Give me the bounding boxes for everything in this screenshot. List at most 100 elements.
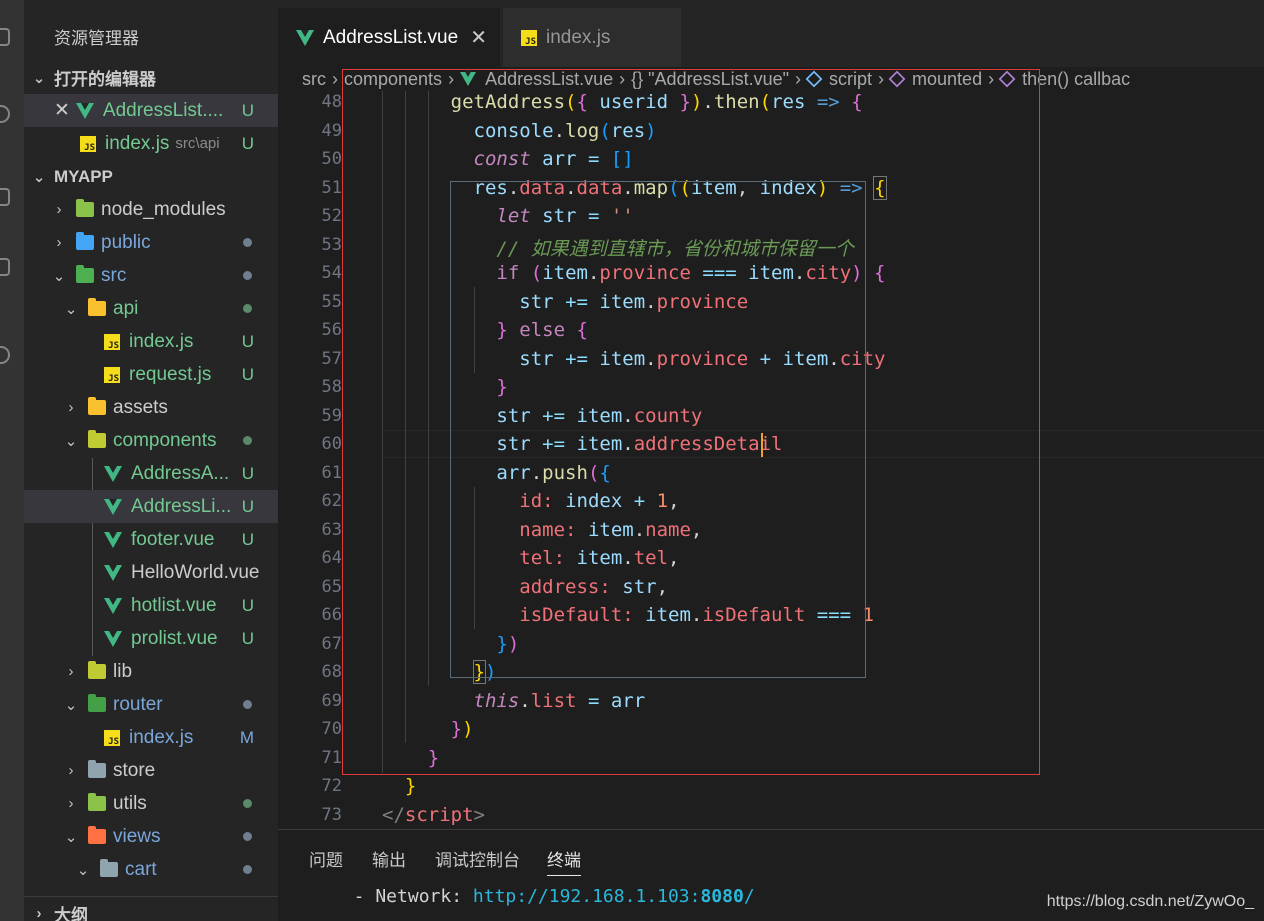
chevron-right-icon: ›	[448, 68, 455, 89]
outline-header[interactable]: › 大纲	[24, 896, 278, 921]
line-number: 55	[321, 291, 342, 312]
file-path: src\api	[175, 135, 220, 152]
open-editors-header[interactable]: ⌄ 打开的编辑器	[24, 61, 278, 94]
breadcrumb-item[interactable]: script	[829, 69, 872, 90]
status-badge: U	[241, 496, 254, 516]
chevron-right-icon: ›	[332, 68, 338, 89]
code-editor[interactable]: 48 49 50 51 52 53 54 55 56 57 58 59 60 61 62 63 64 65 66 67…	[278, 91, 1264, 829]
code-line: const arr = []	[473, 148, 634, 170]
tab-output[interactable]: 输出	[372, 846, 406, 871]
tree-item-file[interactable]: prolist.vue U	[24, 622, 278, 655]
tree-label: AddressLi...	[131, 495, 232, 517]
line-number: 50	[321, 149, 342, 169]
open-editor-item[interactable]: ✕ AddressList.... U	[24, 94, 278, 127]
line-number: 64	[321, 548, 342, 568]
line-number: 52	[321, 206, 342, 226]
open-editor-item[interactable]: JS index.js src\api U	[24, 127, 278, 160]
breadcrumb-item[interactable]: then() callbac	[1022, 69, 1130, 90]
tree-item-folder[interactable]: ⌄ components	[24, 424, 278, 457]
project-label: MYAPP	[54, 166, 113, 186]
code-line: str += item.province	[519, 290, 749, 313]
tree-item-folder[interactable]: › lib	[24, 655, 278, 688]
tab-addresslist[interactable]: AddressList.vue ✕	[278, 8, 500, 67]
outline-label: 大纲	[54, 905, 88, 921]
tree-item-folder[interactable]: ⌄ router	[24, 688, 278, 721]
tab-problems[interactable]: 问题	[309, 846, 343, 871]
tree-label: public	[101, 231, 151, 253]
terminal-suffix: /	[743, 886, 755, 907]
chevron-right-icon: ›	[988, 68, 995, 89]
tree-label: store	[113, 759, 156, 781]
chevron-right-icon: ›	[56, 201, 62, 218]
search-icon[interactable]	[0, 105, 10, 123]
tab-terminal[interactable]: 终端	[547, 846, 581, 876]
tree-item-file[interactable]: JS index.js U	[24, 325, 278, 358]
tree-label: lib	[113, 660, 133, 682]
tree-item-file-selected[interactable]: AddressLi... U	[24, 490, 278, 523]
tree-item-folder[interactable]: › public	[24, 226, 278, 259]
line-number: 71	[321, 747, 342, 768]
router-folder-icon	[88, 694, 106, 712]
tab-debug-console[interactable]: 调试控制台	[435, 846, 520, 871]
breadcrumb-item[interactable]: {} "AddressList.vue"	[631, 69, 789, 90]
vue-file-icon	[104, 630, 122, 647]
tree-label: router	[113, 693, 163, 715]
chevron-right-icon: ›	[68, 762, 74, 779]
text-cursor	[761, 433, 763, 457]
chevron-down-icon: ⌄	[64, 696, 78, 714]
status-badge: U	[241, 628, 254, 648]
status-badge: U	[241, 331, 254, 351]
breadcrumb-item[interactable]: src	[302, 69, 326, 90]
source-control-icon[interactable]	[0, 188, 10, 206]
tree-item-folder[interactable]: ⌄ api	[24, 292, 278, 325]
explorer-icon[interactable]	[0, 28, 10, 46]
chevron-down-icon: ⌄	[64, 300, 78, 318]
code-comment: // 如果遇到直辖市，省份和城市保留一个	[496, 237, 854, 260]
tree-item-folder[interactable]: › utils	[24, 787, 278, 820]
tree-item-file[interactable]: JS index.js M	[24, 721, 278, 754]
tree-item-folder[interactable]: › node_modules	[24, 193, 278, 226]
line-number: 51	[321, 177, 342, 198]
breadcrumb-item[interactable]: mounted	[912, 69, 982, 90]
line-number: 69	[321, 690, 342, 711]
tree-item-folder[interactable]: ⌄ cart	[24, 853, 278, 886]
code-line: isDefault: item.isDefault === 1	[519, 604, 874, 626]
remote-icon[interactable]	[0, 346, 10, 364]
line-number: 66	[321, 605, 342, 625]
tree-item-folder[interactable]: › store	[24, 754, 278, 787]
extensions-icon[interactable]	[0, 258, 10, 276]
chevron-right-icon: ›	[619, 68, 626, 89]
code-line: if (item.province === item.city) {	[496, 262, 886, 284]
vue-file-icon	[104, 597, 122, 614]
line-number: 59	[321, 405, 342, 426]
js-file-icon: JS	[104, 333, 120, 351]
project-header[interactable]: ⌄ MYAPP	[24, 160, 278, 193]
tree-item-folder[interactable]: › assets	[24, 391, 278, 424]
close-icon[interactable]: ✕	[54, 99, 70, 122]
tree-item-file[interactable]: HelloWorld.vue	[24, 556, 278, 589]
code-line: getAddress({ userid }).then(res => {	[450, 91, 863, 113]
status-dot	[243, 832, 252, 841]
tree-item-folder[interactable]: ⌄ views	[24, 820, 278, 853]
breadcrumb-item[interactable]: AddressList.vue	[485, 69, 613, 90]
line-number: 48	[321, 92, 342, 112]
api-folder-icon	[88, 298, 106, 316]
tree-item-file[interactable]: JS request.js U	[24, 358, 278, 391]
close-icon[interactable]: ✕	[470, 25, 487, 50]
status-dot	[243, 271, 252, 280]
tree-item-file[interactable]: hotlist.vue U	[24, 589, 278, 622]
line-number: 70	[321, 719, 342, 739]
chevron-down-icon: ⌄	[32, 69, 46, 87]
status-badge: M	[239, 727, 254, 747]
tree-item-file[interactable]: footer.vue U	[24, 523, 278, 556]
tree-item-folder[interactable]: ⌄ src	[24, 259, 278, 292]
tab-index-js[interactable]: JS index.js	[503, 8, 681, 67]
public-folder-icon	[76, 232, 94, 250]
open-editor-label: AddressList....	[102, 99, 224, 121]
status-dot	[243, 700, 252, 709]
status-dot	[243, 238, 252, 247]
tree-item-file[interactable]: AddressA... U	[24, 457, 278, 490]
breadcrumb-item[interactable]: components	[344, 69, 442, 90]
terminal-output[interactable]: - Network: http://192.168.1.103:8080/	[332, 886, 755, 907]
terminal-url[interactable]: http://192.168.1.103:	[473, 886, 701, 907]
